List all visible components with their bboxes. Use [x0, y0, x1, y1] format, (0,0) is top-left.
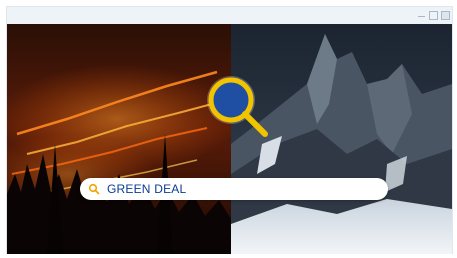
search-bar[interactable]: GREEN DEAL — [80, 178, 388, 200]
minimize-icon[interactable] — [417, 11, 426, 20]
split-hero-image: GREEN DEAL — [7, 24, 452, 254]
search-icon — [88, 183, 100, 195]
maximize-icon[interactable] — [429, 11, 438, 20]
wildfire-photo — [7, 24, 237, 254]
magnifying-glass-icon — [205, 74, 271, 140]
title-bar — [7, 7, 452, 24]
search-query: GREEN DEAL — [107, 182, 187, 196]
close-icon[interactable] — [441, 11, 450, 20]
app-window: GREEN DEAL — [6, 6, 453, 254]
